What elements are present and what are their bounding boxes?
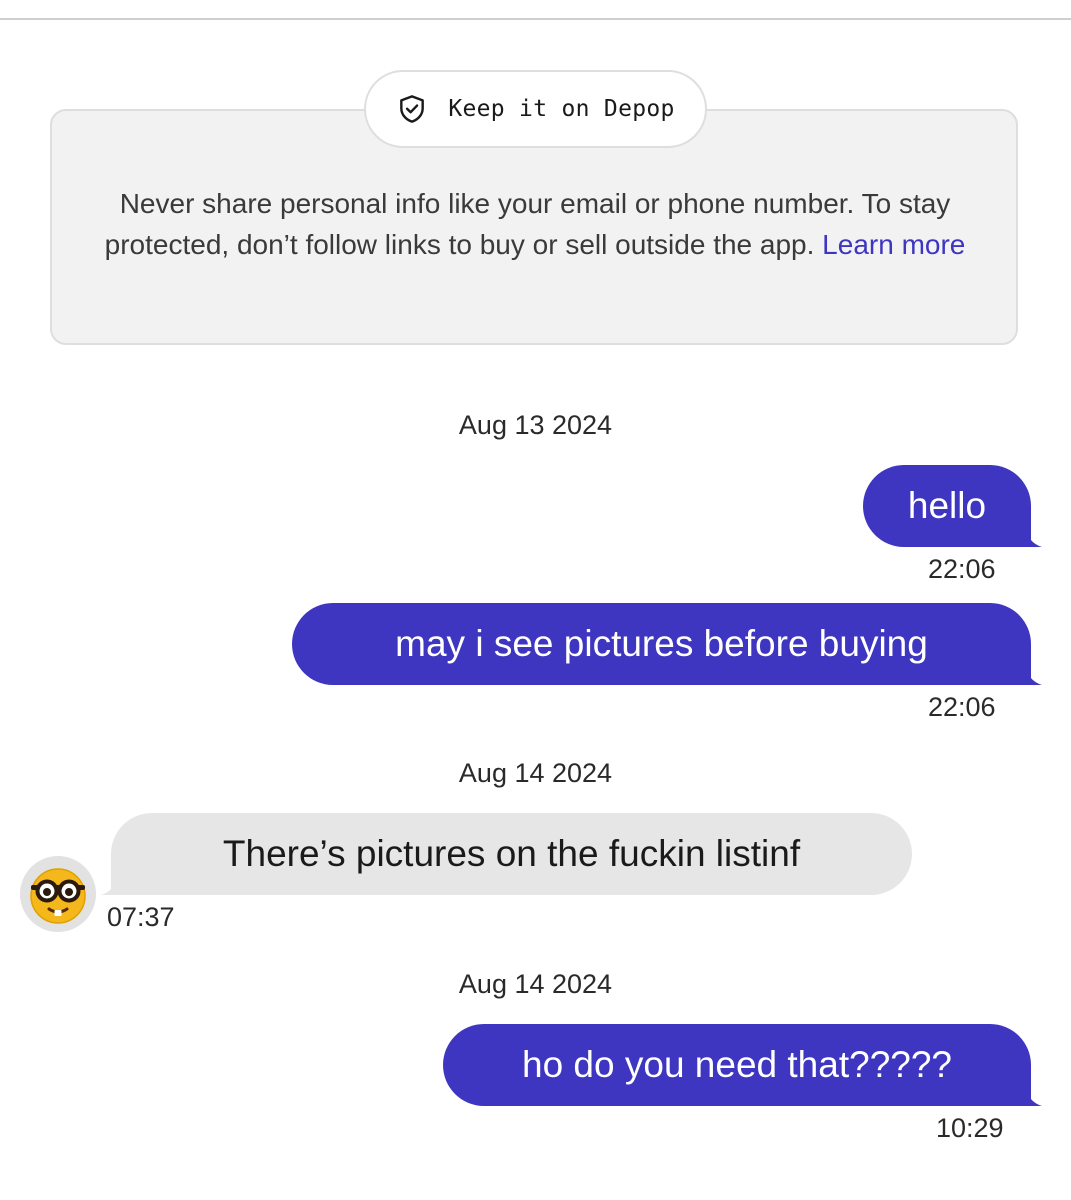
- safety-badge-label: Keep it on Depop: [448, 96, 675, 122]
- message-timestamp: 07:37: [107, 902, 175, 932]
- incoming-message-bubble[interactable]: There’s pictures on the fuckin listinf: [111, 813, 912, 895]
- shield-check-icon: [400, 95, 425, 123]
- bubble-tail: [101, 873, 129, 895]
- date-separator: Aug 14 2024: [458, 969, 613, 999]
- learn-more-link[interactable]: Learn more: [822, 229, 965, 260]
- message-timestamp: 10:29: [936, 1113, 1004, 1143]
- message-text: There’s pictures on the fuckin listinf: [222, 833, 801, 874]
- top-divider: [0, 18, 1071, 20]
- date-separator: Aug 14 2024: [458, 758, 613, 788]
- date-separator: Aug 13 2024: [458, 410, 613, 440]
- outgoing-message-bubble[interactable]: ho do you need that?????: [443, 1024, 1031, 1106]
- message-text: ho do you need that?????: [522, 1044, 952, 1085]
- avatar[interactable]: [20, 856, 96, 932]
- bubble-tail: [1014, 1084, 1042, 1106]
- keep-it-on-depop-badge: Keep it on Depop: [364, 70, 707, 148]
- bubble-tail: [1014, 663, 1042, 685]
- outgoing-message-bubble[interactable]: hello: [863, 465, 1031, 547]
- outgoing-message-bubble[interactable]: may i see pictures before buying: [292, 603, 1031, 685]
- message-timestamp: 22:06: [928, 692, 996, 722]
- bubble-tail: [1014, 525, 1042, 547]
- safety-message: Never share personal info like your emai…: [80, 183, 990, 265]
- message-timestamp: 22:06: [928, 554, 996, 584]
- nerd-face-emoji-icon: [30, 868, 86, 924]
- message-text: hello: [907, 485, 987, 526]
- message-text: may i see pictures before buying: [395, 623, 928, 664]
